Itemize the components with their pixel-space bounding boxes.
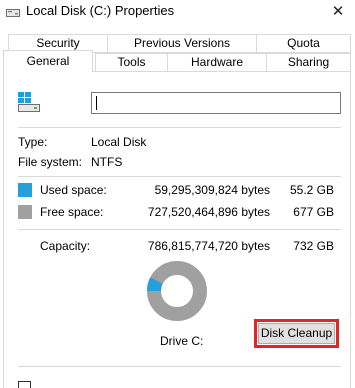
used-space-arc bbox=[147, 277, 163, 292]
used-space-size: 55.2 GB bbox=[289, 183, 334, 197]
divider bbox=[18, 127, 341, 128]
divider bbox=[18, 176, 341, 177]
drive-label: Drive C: bbox=[160, 334, 204, 348]
text-caret bbox=[96, 96, 97, 110]
free-space-bytes: 727,520,464,896 bytes bbox=[147, 205, 270, 219]
tab-sharing[interactable]: Sharing bbox=[266, 53, 351, 72]
drive-icon bbox=[6, 9, 20, 17]
tab-previous-versions[interactable]: Previous Versions bbox=[107, 34, 257, 53]
tab-quota[interactable]: Quota bbox=[256, 34, 351, 53]
compress-drive-checkbox[interactable] bbox=[18, 381, 31, 388]
disk-cleanup-button[interactable]: Disk Cleanup bbox=[258, 323, 335, 344]
tab-hardware[interactable]: Hardware bbox=[167, 53, 267, 72]
window-title: Local Disk (C:) Properties bbox=[26, 3, 175, 18]
capacity-label: Capacity: bbox=[40, 239, 91, 253]
disk-usage-donut bbox=[147, 261, 207, 321]
free-space-size: 677 GB bbox=[293, 205, 334, 219]
divider bbox=[18, 229, 341, 230]
properties-window: Local Disk (C:) Properties ✕ Security Pr… bbox=[0, 0, 355, 388]
close-icon: ✕ bbox=[331, 3, 345, 20]
free-space-label: Free space: bbox=[40, 205, 104, 219]
type-label: Type: bbox=[18, 135, 48, 149]
capacity-bytes: 786,815,774,720 bytes bbox=[147, 239, 270, 253]
windows-drive-icon bbox=[18, 92, 40, 112]
file-system-label: File system: bbox=[18, 155, 83, 169]
file-system-value: NTFS bbox=[91, 155, 123, 169]
type-value: Local Disk bbox=[91, 135, 147, 149]
free-space-ring bbox=[147, 261, 207, 321]
free-space-swatch bbox=[18, 205, 32, 219]
capacity-size: 732 GB bbox=[293, 239, 334, 253]
used-space-label: Used space: bbox=[40, 183, 107, 197]
tab-tools[interactable]: Tools bbox=[95, 53, 168, 72]
close-button[interactable]: ✕ bbox=[326, 1, 350, 23]
used-space-swatch bbox=[18, 183, 32, 197]
tab-general[interactable]: General bbox=[3, 50, 93, 72]
used-space-bytes: 59,295,309,824 bytes bbox=[154, 183, 270, 197]
drive-name-input[interactable] bbox=[91, 92, 341, 114]
divider bbox=[18, 366, 341, 367]
